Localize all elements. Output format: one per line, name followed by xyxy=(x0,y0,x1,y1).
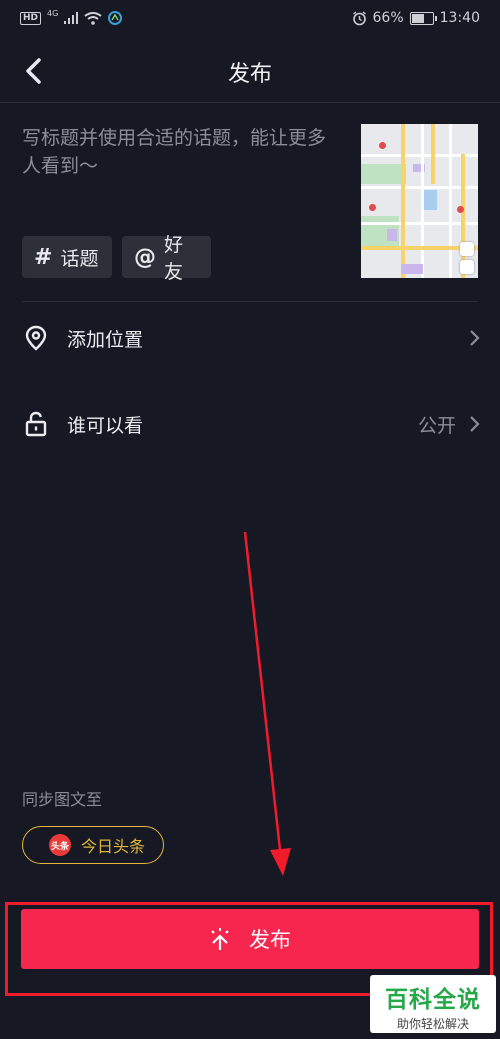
app-notification-icon xyxy=(108,11,123,25)
at-icon: @ xyxy=(134,244,156,270)
publish-icon xyxy=(211,928,229,950)
map-thumbnail[interactable] xyxy=(361,124,478,278)
caption-input[interactable]: 写标题并使用合适的话题，能让更多人看到～ xyxy=(22,124,342,180)
status-bar: HD 4G 66% 13:40 xyxy=(0,0,500,40)
network-type: 4G xyxy=(47,8,59,18)
privacy-label: 谁可以看 xyxy=(67,415,144,437)
privacy-row[interactable]: 谁可以看 公开 xyxy=(0,394,500,454)
toutiao-label: 今日头条 xyxy=(81,837,146,856)
chevron-right-icon xyxy=(470,330,480,346)
signal-icon xyxy=(64,12,79,24)
toutiao-sync-toggle[interactable]: 头条 今日头条 xyxy=(22,826,164,864)
mention-friend-button[interactable]: @ 好友 xyxy=(122,234,211,283)
wifi-icon xyxy=(84,11,102,25)
page-title: 发布 xyxy=(227,62,272,87)
chevron-right-icon xyxy=(470,416,480,432)
watermark-subtitle: 助你轻松解决 xyxy=(396,1017,469,1031)
hashtag-icon: # xyxy=(34,244,53,270)
add-location-label: 添加位置 xyxy=(67,329,144,351)
topic-button[interactable]: # 话题 xyxy=(22,236,112,278)
clock: 13:40 xyxy=(439,10,480,26)
watermark-title: 百科全说 xyxy=(385,987,481,1013)
toutiao-logo-icon: 头条 xyxy=(49,834,71,856)
alarm-icon xyxy=(352,10,366,25)
divider xyxy=(22,301,478,302)
sync-label: 同步图文至 xyxy=(22,790,103,809)
add-location-row[interactable]: 添加位置 xyxy=(0,308,500,368)
watermark-logo: 百科全说 助你轻松解决 xyxy=(370,975,496,1033)
publish-button[interactable]: 发布 xyxy=(21,909,479,969)
hd-indicator: HD xyxy=(20,11,42,25)
mention-label: 好友 xyxy=(164,234,184,283)
battery-percent: 66% xyxy=(372,10,404,26)
publish-label: 发布 xyxy=(249,928,291,952)
topic-label: 话题 xyxy=(60,247,99,270)
location-pin-icon xyxy=(25,325,47,351)
privacy-value: 公开 xyxy=(417,415,456,437)
battery-icon xyxy=(409,11,437,25)
unlock-icon xyxy=(25,411,47,437)
header: 发布 xyxy=(0,40,500,103)
